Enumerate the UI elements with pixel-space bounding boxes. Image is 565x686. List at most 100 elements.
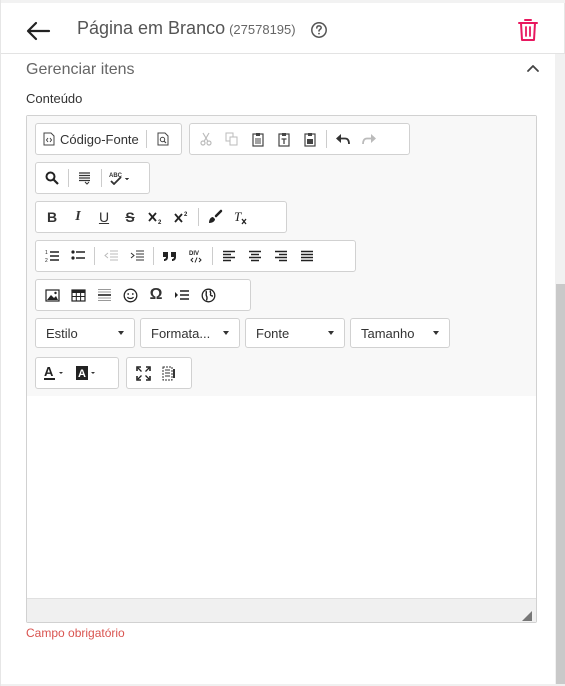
search-icon [45,171,59,185]
bold-button[interactable]: B [39,204,65,230]
toolbar-separator [145,130,147,148]
clipboard-text-icon [278,132,290,147]
source-button[interactable]: Código-Fonte [39,126,143,152]
format-combo[interactable]: Formata... [140,318,240,348]
scrollbar-thumb[interactable] [556,284,565,684]
subscript-button[interactable]: 2 [143,204,169,230]
table-button[interactable] [65,282,91,308]
toolbar-group-insert: Ω [35,279,251,311]
chevron-down-icon [328,331,334,335]
italic-button[interactable]: I [65,204,91,230]
align-right-button[interactable] [268,243,294,269]
select-all-button[interactable] [72,165,98,191]
page-header: Página em Branco (27578195) [1,0,565,54]
format-combo-label: Formata... [151,325,211,341]
help-button[interactable] [310,21,328,39]
section-title: Gerenciar itens [26,61,135,78]
svg-text:A: A [78,368,86,380]
page-id: (27578195) [229,22,296,37]
delete-button[interactable] [517,17,539,43]
editor-status-bar [27,598,536,622]
paintbrush-icon [209,209,223,223]
create-div-button[interactable]: DIV [183,243,209,269]
source-code-icon [43,132,55,146]
blockquote-button[interactable] [157,243,183,269]
superscript-button[interactable]: 2 [169,204,195,230]
toolbar-separator [101,169,102,187]
undo-icon [336,134,350,145]
show-blocks-button[interactable] [156,360,182,386]
chevron-down-icon [118,331,124,335]
div-container-icon: DIV [189,251,202,263]
spellcheck-button[interactable]: ABC [105,165,135,191]
horizontal-line-button[interactable] [91,282,117,308]
bold-icon: B [46,209,58,225]
align-left-icon [223,250,235,262]
align-right-icon [275,250,287,262]
cut-button[interactable] [193,126,219,152]
copy-button[interactable] [219,126,245,152]
collapse-button[interactable] [526,61,540,73]
remove-format-button[interactable]: T [228,204,254,230]
copy-icon [225,132,238,146]
text-color-button[interactable]: A [39,360,71,386]
italic-icon: I [75,209,81,224]
arrow-left-icon [26,21,51,41]
subscript-icon: 2 [148,212,162,224]
page-break-button[interactable] [169,282,195,308]
outdent-button[interactable] [98,243,124,269]
special-char-button[interactable]: Ω [143,282,169,308]
toolbar-group-paragraph: 1 2 DIV [35,240,356,272]
font-combo[interactable]: Fonte [245,318,345,348]
justify-button[interactable] [294,243,320,269]
toolbar-separator [94,247,95,265]
indent-button[interactable] [124,243,150,269]
editor-content-area[interactable] [27,396,536,598]
toolbar-group-tools [126,357,192,389]
page-title: Página em Branco (27578195) [77,18,296,39]
align-center-button[interactable] [242,243,268,269]
find-button[interactable] [39,165,65,191]
undo-button[interactable] [330,126,356,152]
iframe-button[interactable] [195,282,221,308]
smiley-button[interactable] [117,282,143,308]
style-combo[interactable]: Estilo [35,318,135,348]
resize-grip-icon [522,611,532,621]
strikethrough-button[interactable]: S [117,204,143,230]
content-field-label: Conteúdo [26,91,83,106]
toolbar-group-clipboard [189,123,410,155]
resize-handle[interactable] [522,608,532,621]
maximize-button[interactable] [130,360,156,386]
svg-text:2: 2 [45,258,48,263]
chevron-down-icon [223,331,229,335]
svg-text:2: 2 [158,220,162,224]
scrollbar[interactable] [555,54,565,686]
toolbar-group-document: Código-Fonte [35,123,182,155]
paste-button[interactable] [245,126,271,152]
spellcheck-icon: ABC [109,173,130,185]
paste-text-button[interactable] [271,126,297,152]
editor-page: Página em Branco (27578195) Gerenciar ite… [0,0,565,686]
numbered-list-button[interactable]: 1 2 [39,243,65,269]
style-combo-label: Estilo [46,325,78,341]
size-combo[interactable]: Tamanho [350,318,450,348]
align-left-button[interactable] [216,243,242,269]
underline-button[interactable]: U [91,204,117,230]
svg-text:T: T [234,209,242,224]
paste-word-button[interactable] [297,126,323,152]
font-combo-label: Fonte [256,325,290,341]
toolbar-group-basic-styles: B I U S 2 2 T [35,201,287,233]
image-button[interactable] [39,282,65,308]
svg-text:1: 1 [45,250,48,256]
back-button[interactable] [25,20,51,42]
strikethrough-icon: S [125,209,135,225]
show-blocks-icon [162,366,175,380]
background-color-button[interactable]: A [71,360,103,386]
preview-button[interactable] [150,126,176,152]
redo-button[interactable] [356,126,382,152]
copy-formatting-button[interactable] [202,204,228,230]
text-color-icon: A [44,365,63,380]
svg-text:2: 2 [184,212,188,218]
svg-text:DIV: DIV [189,251,199,257]
bulleted-list-button[interactable] [65,243,91,269]
